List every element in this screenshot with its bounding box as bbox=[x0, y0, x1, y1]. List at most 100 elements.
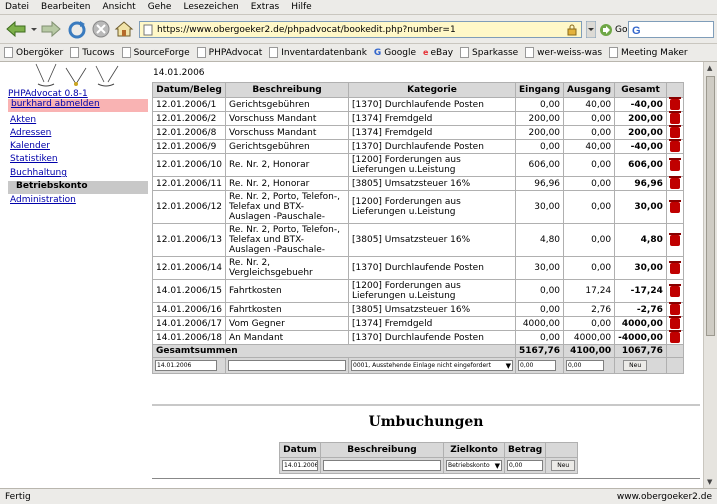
delete-trash-icon[interactable] bbox=[668, 139, 681, 152]
cell-beleg[interactable]: 14.01.2006/15 bbox=[153, 280, 226, 302]
menu-lesezeichen[interactable]: Lesezeichen bbox=[183, 2, 238, 12]
table-row[interactable]: 14.01.2006/16 Fahrtkosten [3805] Umsatzste… bbox=[153, 302, 683, 316]
menu-datei[interactable]: Datei bbox=[5, 2, 29, 12]
delete-trash-icon[interactable] bbox=[668, 97, 681, 110]
umbuchungen-table: Datum Beschreibung Zielkonto Betrag 14.0… bbox=[279, 442, 579, 474]
new-entry-button[interactable]: Neu bbox=[623, 360, 648, 371]
cell-beleg[interactable]: 12.01.2006/11 bbox=[153, 177, 226, 190]
menu-extras[interactable]: Extras bbox=[251, 2, 279, 12]
table-row[interactable]: 14.01.2006/15 Fahrtkosten [1200] Forderung… bbox=[153, 280, 683, 302]
go-arrow-icon[interactable] bbox=[599, 23, 613, 37]
bookmark-phpadvocat[interactable]: PHPAdvocat bbox=[196, 47, 262, 58]
cell-beleg[interactable]: 12.01.2006/13 bbox=[153, 224, 226, 256]
table-row[interactable]: 12.01.2006/10 Re. Nr. 2, Honorar [1200] Fo… bbox=[153, 154, 683, 176]
menu-gehe[interactable]: Gehe bbox=[148, 2, 172, 12]
go-button[interactable]: Go bbox=[615, 25, 627, 35]
url-bar[interactable]: https://www.obergoeker2.de/phpadvocat/bo… bbox=[139, 21, 582, 38]
bookmark-wer-weiss-was[interactable]: wer-weiss-was bbox=[525, 47, 602, 58]
delete-trash-icon[interactable] bbox=[668, 111, 681, 124]
forward-arrow-icon[interactable] bbox=[39, 19, 63, 39]
umb-date-input[interactable]: 14.01.2006 bbox=[282, 460, 318, 471]
delete-trash-icon[interactable] bbox=[668, 157, 681, 171]
logout-link[interactable]: burkhard abmelden bbox=[8, 99, 148, 112]
new-entry-description-input[interactable] bbox=[228, 360, 347, 371]
table-row[interactable]: 12.01.2006/14 Re. Nr. 2, Vergleichsgebueh… bbox=[153, 257, 683, 279]
back-arrow-icon[interactable] bbox=[4, 19, 28, 39]
cell-beleg[interactable]: 14.01.2006/16 bbox=[153, 303, 226, 316]
cell-beleg[interactable]: 14.01.2006/18 bbox=[153, 331, 226, 344]
umb-new-button[interactable]: Neu bbox=[551, 460, 576, 471]
table-row[interactable]: 12.01.2006/13 Re. Nr. 2, Porto, Telefon-,… bbox=[153, 224, 683, 256]
bookmark-sourceforge[interactable]: SourceForge bbox=[121, 47, 190, 58]
cell-beleg[interactable]: 12.01.2006/8 bbox=[153, 126, 226, 139]
bookmark-meeting-maker[interactable]: Meeting Maker bbox=[609, 47, 688, 58]
delete-trash-icon[interactable] bbox=[668, 330, 681, 343]
sidebar-item-statistiken[interactable]: Statistiken bbox=[10, 154, 58, 164]
delete-trash-icon[interactable] bbox=[668, 302, 681, 315]
stop-icon[interactable] bbox=[91, 19, 111, 39]
delete-trash-icon[interactable] bbox=[668, 283, 681, 297]
vertical-scrollbar[interactable]: ▲ ▼ bbox=[703, 62, 717, 488]
table-row[interactable]: 12.01.2006/1 Gerichtsgebühren [1370] Durch… bbox=[153, 97, 683, 111]
table-row[interactable]: 12.01.2006/8 Vorschuss Mandant [1374] Frem… bbox=[153, 125, 683, 139]
delete-cell bbox=[666, 97, 683, 111]
delete-trash-icon[interactable] bbox=[668, 260, 681, 274]
app-name-link[interactable]: PHPAdvocat 0.8-1 bbox=[8, 89, 88, 99]
cell-ausgang: 0,00 bbox=[564, 126, 615, 139]
sidebar-item-buchhaltung[interactable]: Buchhaltung bbox=[10, 168, 67, 178]
cell-beleg[interactable]: 12.01.2006/2 bbox=[153, 112, 226, 125]
cell-beleg[interactable]: 12.01.2006/1 bbox=[153, 98, 226, 111]
delete-trash-icon[interactable] bbox=[668, 125, 681, 138]
bookmark-label: wer-weiss-was bbox=[537, 47, 603, 58]
new-entry-eingang-input[interactable]: 0,00 bbox=[518, 360, 557, 371]
table-row[interactable]: 12.01.2006/11 Re. Nr. 2, Honorar [3805] Um… bbox=[153, 176, 683, 190]
bookmark-sparkasse[interactable]: Sparkasse bbox=[460, 47, 518, 58]
umb-description-input[interactable] bbox=[323, 460, 441, 471]
delete-cell bbox=[666, 154, 683, 176]
delete-trash-icon[interactable] bbox=[668, 199, 681, 213]
url-dropdown-icon[interactable] bbox=[586, 21, 596, 38]
sidebar-item-kalender[interactable]: Kalender bbox=[10, 141, 50, 151]
sidebar-item-administration[interactable]: Administration bbox=[10, 195, 76, 205]
scroll-down-icon[interactable]: ▼ bbox=[707, 478, 712, 486]
table-row[interactable]: 14.01.2006/18 An Mandant [1370] Durchlaufe… bbox=[153, 330, 683, 344]
delete-trash-icon[interactable] bbox=[668, 316, 681, 329]
delete-trash-icon[interactable] bbox=[668, 176, 681, 189]
scroll-up-icon[interactable]: ▲ bbox=[707, 64, 712, 72]
new-entry-category-select[interactable]: 0001, Ausstehende Einlage nicht eingefor… bbox=[351, 360, 514, 371]
cell-beleg[interactable]: 12.01.2006/12 bbox=[153, 191, 226, 223]
reload-icon[interactable] bbox=[66, 19, 88, 39]
table-row[interactable]: 12.01.2006/9 Gerichtsgebühren [1370] Durch… bbox=[153, 139, 683, 153]
umb-zielkonto-select[interactable]: Betriebskonto ▼ bbox=[446, 460, 502, 471]
back-history-dropdown-icon[interactable] bbox=[29, 19, 39, 39]
scrollbar-thumb[interactable] bbox=[706, 76, 715, 336]
cell-beleg[interactable]: 12.01.2006/14 bbox=[153, 257, 226, 279]
new-entry-date-input[interactable]: 14.01.2006 bbox=[155, 360, 217, 371]
menu-bearbeiten[interactable]: Bearbeiten bbox=[41, 2, 90, 12]
home-icon[interactable] bbox=[114, 19, 134, 39]
lock-icon[interactable] bbox=[567, 24, 577, 36]
cell-gesamt: -2,76 bbox=[615, 303, 666, 316]
bookmark-inventardatenbank[interactable]: Inventardatenbank bbox=[269, 47, 367, 58]
bookmark-tucows[interactable]: Tucows bbox=[70, 47, 115, 58]
menu-ansicht[interactable]: Ansicht bbox=[102, 2, 135, 12]
cell-beleg[interactable]: 14.01.2006/17 bbox=[153, 317, 226, 330]
delete-trash-icon[interactable] bbox=[668, 232, 681, 246]
bookmark-ebay[interactable]: e eBay bbox=[423, 48, 453, 58]
sidebar-item-adressen[interactable]: Adressen bbox=[10, 128, 51, 138]
sidebar-item-akten[interactable]: Akten bbox=[10, 115, 36, 125]
table-row[interactable]: 12.01.2006/2 Vorschuss Mandant [1374] Frem… bbox=[153, 111, 683, 125]
new-entry-ausgang-input[interactable]: 0,00 bbox=[566, 360, 605, 371]
menu-hilfe[interactable]: Hilfe bbox=[291, 2, 311, 12]
cell-ausgang: 0,00 bbox=[564, 317, 615, 330]
table-row[interactable]: 12.01.2006/12 Re. Nr. 2, Porto, Telefon-,… bbox=[153, 191, 683, 223]
sidebar-item-betriebskonto[interactable]: Betriebskonto bbox=[8, 181, 148, 194]
table-row[interactable]: 14.01.2006/17 Vom Gegner [1374] Fremdgeld 4… bbox=[153, 316, 683, 330]
bookmark-obergoeker[interactable]: Obergöker bbox=[4, 47, 63, 58]
umb-betrag-input[interactable]: 0,00 bbox=[507, 460, 543, 471]
cell-beleg[interactable]: 12.01.2006/10 bbox=[153, 154, 226, 176]
cell-beleg[interactable]: 12.01.2006/9 bbox=[153, 140, 226, 153]
bookmark-google[interactable]: G Google bbox=[374, 48, 416, 58]
search-input[interactable]: G bbox=[628, 21, 714, 38]
url-text: https://www.obergoeker2.de/phpadvocat/bo… bbox=[157, 24, 456, 35]
